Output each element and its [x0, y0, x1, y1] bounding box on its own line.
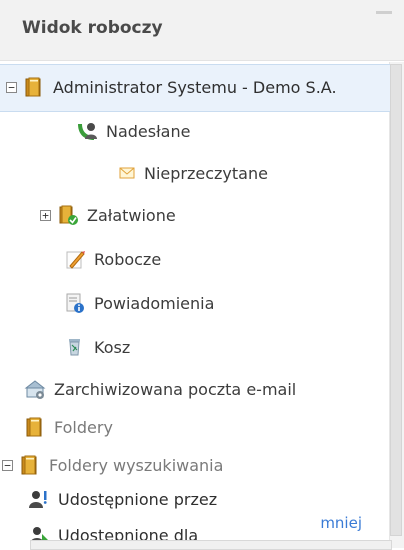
tree-item-label: Załatwione	[87, 205, 176, 225]
inbox-user-icon	[78, 123, 97, 140]
folder-icon	[25, 77, 41, 97]
archive-mail-icon	[24, 380, 46, 399]
minus-icon[interactable]	[374, 10, 396, 16]
folder-icon	[26, 417, 42, 437]
tree-item-search-folders[interactable]: − Foldery wyszukiwania	[2, 450, 223, 480]
tree-item-label: Zarchiwizowana poczta e-mail	[54, 379, 297, 399]
collapse-toggle-icon[interactable]: −	[2, 459, 13, 471]
scrollbar[interactable]	[389, 62, 404, 548]
tree-item-kosz[interactable]: Kosz	[64, 332, 130, 362]
tree-item-label: Udostępnione przez	[58, 489, 218, 509]
tree-item-shared-by[interactable]: Udostępnione przez	[28, 484, 217, 514]
folder-icon	[21, 455, 37, 475]
bottom-bar	[30, 540, 392, 550]
panel-title: Widok roboczy	[22, 18, 163, 38]
panel-header: Widok roboczy	[0, 0, 404, 61]
shared-by-icon	[29, 491, 47, 508]
folder-check-icon	[59, 205, 78, 225]
tree-item-powiadomienia[interactable]: Powiadomienia	[64, 288, 214, 318]
envelope-icon	[119, 167, 135, 179]
tree-item-label: Nadesłane	[106, 121, 191, 141]
tree-item-nieprzeczytane[interactable]: Nieprzeczytane	[118, 158, 268, 188]
notification-icon	[66, 293, 84, 313]
tree-item-foldery[interactable]: Foldery	[24, 412, 113, 442]
show-less-link[interactable]: mniej	[320, 514, 362, 532]
tree-item-label: Administrator Systemu - Demo S.A.	[53, 77, 337, 97]
tree-item-label: Robocze	[94, 249, 162, 269]
expand-toggle-icon[interactable]: +	[40, 209, 51, 221]
workview-panel: Widok roboczy − Administrator Systemu - …	[0, 0, 404, 550]
tree-item-robocze[interactable]: Robocze	[64, 244, 161, 274]
tree-item-nadeslane[interactable]: Nadesłane	[76, 116, 190, 146]
tree-item-label: Foldery	[54, 417, 113, 437]
tree-item-label: Kosz	[94, 337, 131, 357]
tree-item-archived-mail[interactable]: Zarchiwizowana poczta e-mail	[24, 374, 296, 404]
tree-item-zalatwione[interactable]: + Załatwione	[40, 200, 176, 230]
tree-item-administrator[interactable]: − Administrator Systemu - Demo S.A.	[6, 72, 337, 102]
tree-item-label: Powiadomienia	[94, 293, 215, 313]
tree-item-label: Foldery wyszukiwania	[49, 455, 224, 475]
scrollbar-thumb[interactable]	[390, 64, 402, 536]
tree-item-label: Nieprzeczytane	[144, 163, 268, 183]
draft-pencil-icon	[66, 251, 85, 269]
trash-icon	[69, 339, 80, 356]
collapse-toggle-icon[interactable]: −	[6, 81, 17, 93]
